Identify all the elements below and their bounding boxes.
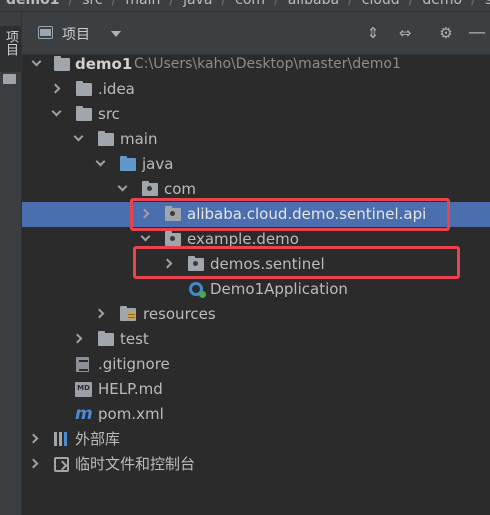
tree-node-label: HELP.md xyxy=(98,380,163,398)
breadcrumb-item[interactable]: demo1 xyxy=(0,0,59,7)
maven-file-icon: m xyxy=(75,404,93,424)
panel-header: 项目 ⇕ ⇔ ⚙ — xyxy=(22,12,490,55)
tree-node-java[interactable]: java xyxy=(22,152,490,177)
breadcrumb-item[interactable]: alibaba xyxy=(288,0,339,7)
tree-node-label: src xyxy=(98,105,120,123)
tree-node-src[interactable]: src xyxy=(22,102,490,127)
gear-icon[interactable]: ⚙ xyxy=(437,24,455,42)
breadcrumb-item[interactable]: cloud xyxy=(362,0,400,7)
folder-icon xyxy=(98,331,114,346)
folder-icon xyxy=(3,74,16,84)
gitignore-file-icon xyxy=(76,357,89,372)
tree-node-root[interactable]: demo1 C:\Users\kaho\Desktop\master\demo1 xyxy=(22,52,490,77)
chevron-down-icon[interactable] xyxy=(31,56,42,67)
tree-node-app-class[interactable]: Demo1Application xyxy=(22,277,490,302)
breadcrumb-item[interactable]: src xyxy=(82,0,102,7)
tree-node-label: 临时文件和控制台 xyxy=(75,455,196,473)
tree-node-idea[interactable]: .idea xyxy=(22,77,490,102)
tree-node-label: test xyxy=(120,330,149,348)
project-tree: demo1 C:\Users\kaho\Desktop\master\demo1… xyxy=(22,55,490,515)
panel-icon xyxy=(38,26,53,39)
highlight-box xyxy=(133,246,460,279)
chevron-right-icon[interactable] xyxy=(94,308,105,319)
tool-window-strip: 项目 xyxy=(0,12,22,515)
tree-node-resources[interactable]: resources xyxy=(22,302,490,327)
chevron-right-icon[interactable] xyxy=(28,458,39,469)
breadcrumb-item[interactable]: java xyxy=(183,0,212,7)
tree-node-pom[interactable]: m pom.xml xyxy=(22,402,490,427)
tree-node-test[interactable]: test xyxy=(22,327,490,352)
resources-folder-icon xyxy=(120,306,136,321)
source-folder-icon xyxy=(120,156,136,171)
tree-node-label: pom.xml xyxy=(98,405,164,423)
view-selector[interactable]: 项目 xyxy=(62,24,90,44)
tree-node-label: .idea xyxy=(98,80,135,98)
tree-node-label: .gitignore xyxy=(98,355,170,373)
project-tab-label[interactable]: 项目 xyxy=(2,30,19,56)
breadcrumb-item[interactable]: se xyxy=(485,0,490,7)
scratches-icon xyxy=(54,457,69,472)
module-folder-icon xyxy=(54,56,70,71)
collapse-all-icon[interactable]: ⇔ xyxy=(396,24,414,42)
tree-node-scratches[interactable]: 临时文件和控制台 xyxy=(22,452,490,477)
scroll-to-source-icon[interactable]: ⇕ xyxy=(364,24,382,42)
chevron-right-icon[interactable] xyxy=(28,433,39,444)
breadcrumb: demo1/src / main / java / com / alibaba / cloud / de… xyxy=(0,0,490,12)
breadcrumb-item[interactable]: demo xyxy=(422,0,462,7)
package-icon xyxy=(165,231,181,246)
tree-node-label: resources xyxy=(143,305,216,323)
tree-node-label: main xyxy=(120,130,158,148)
project-tool-window: demo1/src / main / java / com / alibaba / cloud / de… xyxy=(0,0,490,515)
chevron-right-icon[interactable] xyxy=(72,333,83,344)
chevron-down-icon[interactable] xyxy=(117,181,128,192)
tree-node-label: 外部库 xyxy=(75,430,121,448)
tree-node-help[interactable]: MD HELP.md xyxy=(22,377,490,402)
breadcrumb-item[interactable]: com xyxy=(235,0,265,7)
tree-node-external-libs[interactable]: 外部库 xyxy=(22,427,490,452)
tree-node-label: Demo1Application xyxy=(210,280,348,298)
spring-boot-class-icon xyxy=(189,282,206,298)
tree-node-gitignore[interactable]: .gitignore xyxy=(22,352,490,377)
chevron-down-icon[interactable] xyxy=(95,156,106,167)
package-icon xyxy=(142,181,158,196)
highlight-box xyxy=(130,198,450,231)
tree-node-label: java xyxy=(142,155,174,173)
tree-node-label: demo1 xyxy=(75,55,133,73)
breadcrumb-item[interactable]: main xyxy=(125,0,160,7)
tree-node-main[interactable]: main xyxy=(22,127,490,152)
dropdown-icon[interactable] xyxy=(111,31,121,37)
chevron-down-icon[interactable] xyxy=(73,131,84,142)
chevron-down-icon[interactable] xyxy=(51,106,62,117)
chevron-down-icon[interactable] xyxy=(140,231,151,242)
library-icon xyxy=(54,432,69,446)
markdown-file-icon: MD xyxy=(75,382,92,397)
chevron-right-icon[interactable] xyxy=(50,83,61,94)
folder-icon xyxy=(98,131,114,146)
module-path: C:\Users\kaho\Desktop\master\demo1 xyxy=(134,56,401,72)
folder-icon xyxy=(76,81,92,96)
folder-icon xyxy=(76,106,92,121)
minimize-icon[interactable]: — xyxy=(468,24,486,42)
